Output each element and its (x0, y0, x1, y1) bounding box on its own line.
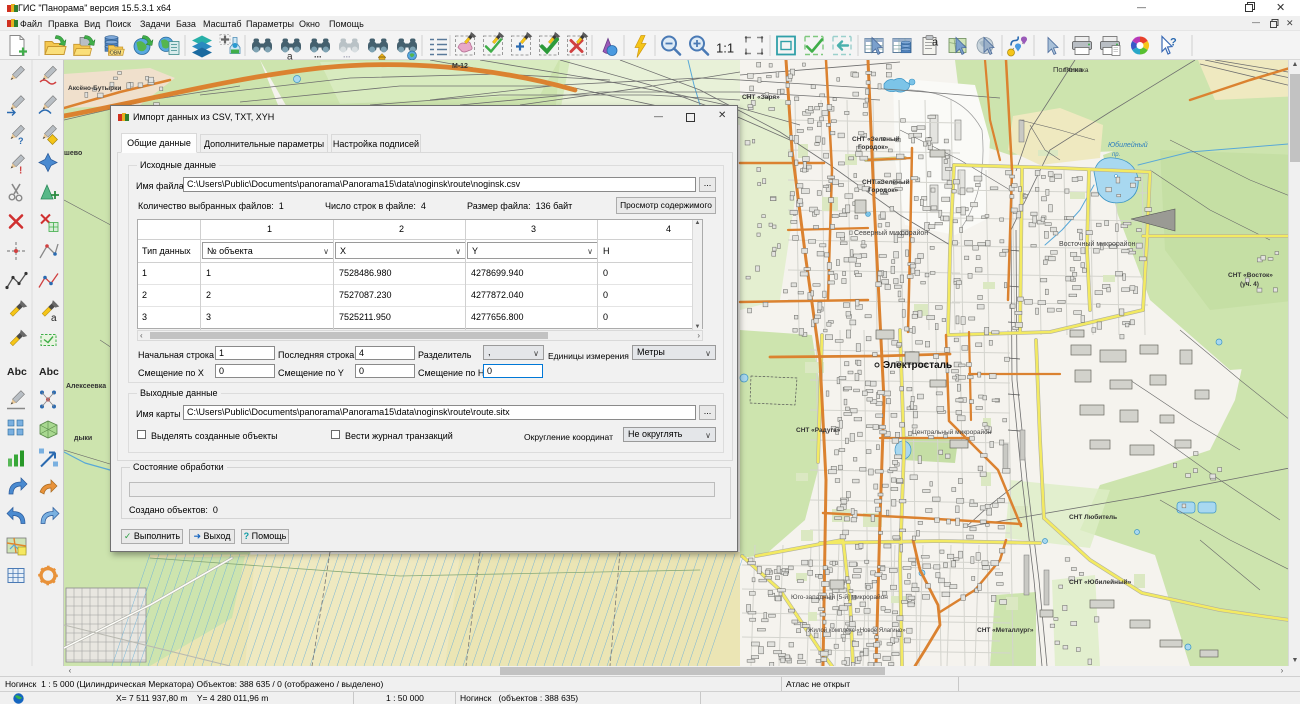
svg-text:Центральный микрорайон: Центральный микрорайон (912, 428, 992, 436)
svg-text:...: ... (314, 50, 322, 60)
svg-text:СНТ «Юбилейный»: СНТ «Юбилейный» (1069, 578, 1132, 586)
svg-text:Восточный микрорайон: Восточный микрорайон (1059, 240, 1135, 248)
svg-text:...: ... (343, 50, 351, 60)
svg-text:a: a (51, 313, 57, 324)
svg-text:Городок»: Городок» (858, 144, 889, 151)
svg-text:Abc: Abc (7, 366, 27, 378)
svg-text:Электросталь: Электросталь (883, 360, 952, 371)
svg-text:!: ! (19, 166, 22, 177)
svg-text:Abc: Abc (39, 366, 59, 378)
svg-text:пр.: пр. (1112, 152, 1120, 158)
svg-text:СНТ «Заря»: СНТ «Заря» (742, 94, 780, 101)
svg-text:СНТ «Металлург»: СНТ «Металлург» (977, 627, 1034, 634)
svg-text:Городок»: Городок» (868, 187, 899, 194)
svg-text:a: a (287, 52, 293, 61)
svg-text:шево: шево (64, 150, 82, 157)
svg-text:дыки: дыки (74, 435, 92, 442)
svg-text:Юго-западный [5-й] микрорайон: Юго-западный [5-й] микрорайон (791, 593, 888, 601)
svg-text:СНТ «Радуга»: СНТ «Радуга» (796, 427, 841, 434)
svg-text:М-12: М-12 (452, 63, 468, 70)
svg-text:Северный микрорайон: Северный микрорайон (854, 229, 928, 237)
svg-text:1:1: 1:1 (716, 41, 734, 56)
svg-text:a: a (932, 37, 939, 49)
svg-text:СНТ «Зеленый: СНТ «Зеленый (852, 135, 900, 143)
svg-text:Жилой комплекс «Новое Ялагино»: Жилой комплекс «Новое Ялагино» (808, 627, 906, 634)
svg-text:Юбилейный: Юбилейный (1108, 141, 1148, 149)
svg-text:Алексеевка: Алексеевка (66, 383, 106, 390)
svg-text:СНТ «Восток»: СНТ «Восток» (1228, 272, 1273, 279)
svg-text:СНТ «Зеленый: СНТ «Зеленый (862, 178, 910, 186)
svg-text:?: ? (1170, 37, 1177, 49)
svg-text:Погинка: Погинка (1064, 67, 1089, 74)
svg-text:Аксёно-Бутырки: Аксёно-Бутырки (68, 85, 121, 92)
svg-text:ОВМ: ОВМ (110, 51, 121, 57)
svg-text:(уч. 4): (уч. 4) (1240, 281, 1259, 288)
svg-text:СНТ Любитель: СНТ Любитель (1069, 513, 1117, 521)
svg-text:?: ? (18, 136, 24, 146)
